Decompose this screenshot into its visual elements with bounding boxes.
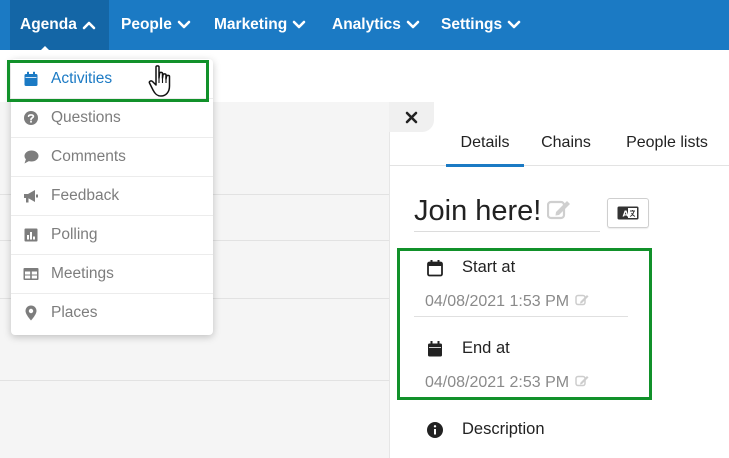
menu-item-label: Places xyxy=(51,304,98,321)
description-label-row: Description xyxy=(426,420,545,439)
chevron-down-icon xyxy=(507,18,521,32)
menu-item-places[interactable]: Places xyxy=(11,293,213,332)
description-label: Description xyxy=(462,420,545,438)
menu-item-feedback[interactable]: Feedback xyxy=(11,176,213,215)
menu-item-label: Polling xyxy=(51,226,98,243)
nav-agenda[interactable]: Agenda xyxy=(10,0,109,50)
tab-details[interactable]: Details xyxy=(446,120,524,167)
tab-details-label: Details xyxy=(460,134,510,151)
megaphone-icon xyxy=(23,188,39,204)
chevron-down-icon xyxy=(177,18,191,32)
page-title: Join here! xyxy=(414,195,542,227)
tab-chains[interactable]: Chains xyxy=(532,120,600,166)
tab-people-lists[interactable]: People lists xyxy=(613,120,721,166)
translate-button[interactable]: A xyxy=(607,198,649,228)
menu-item-label: Feedback xyxy=(51,187,120,204)
divider xyxy=(0,380,389,381)
nav-settings-label: Settings xyxy=(441,16,503,33)
nav-analytics-label: Analytics xyxy=(332,16,401,33)
edit-icon[interactable] xyxy=(547,198,571,225)
nav-marketing-label: Marketing xyxy=(214,16,288,33)
nav-settings[interactable]: Settings xyxy=(441,0,521,50)
menu-item-label: Comments xyxy=(51,148,126,165)
nav-analytics[interactable]: Analytics xyxy=(332,0,420,50)
nav-marketing[interactable]: Marketing xyxy=(214,0,306,50)
menu-item-polling[interactable]: Polling xyxy=(11,215,213,254)
bar-chart-icon xyxy=(23,227,39,243)
tab-people-lists-label: People lists xyxy=(626,134,708,151)
info-icon xyxy=(426,421,444,439)
menu-item-comments[interactable]: Comments xyxy=(11,137,213,176)
chevron-down-icon xyxy=(406,18,420,32)
menu-item-meetings[interactable]: Meetings xyxy=(11,254,213,293)
menu-item-questions[interactable]: Questions xyxy=(11,98,213,137)
translate-icon: A xyxy=(617,206,639,220)
title-field[interactable]: Join here! xyxy=(414,192,600,232)
map-pin-icon xyxy=(23,305,39,321)
nav-agenda-label: Agenda xyxy=(20,16,77,33)
chevron-up-icon xyxy=(82,18,96,32)
question-circle-icon xyxy=(23,110,39,126)
hand-pointer-icon xyxy=(148,64,180,100)
nav-people[interactable]: People xyxy=(121,0,191,50)
table-icon xyxy=(23,266,39,282)
menu-item-label: Meetings xyxy=(51,265,114,282)
nav-people-label: People xyxy=(121,16,172,33)
menu-item-label: Questions xyxy=(51,109,121,126)
tab-chains-label: Chains xyxy=(541,134,591,151)
dropdown-caret xyxy=(40,46,50,51)
detail-tabs: Details Chains People lists xyxy=(389,120,729,167)
chevron-down-icon xyxy=(292,18,306,32)
comment-icon xyxy=(23,149,39,165)
top-nav: Agenda People Marketing Analytics Settin… xyxy=(0,0,729,50)
highlight-date-fields xyxy=(397,248,652,400)
